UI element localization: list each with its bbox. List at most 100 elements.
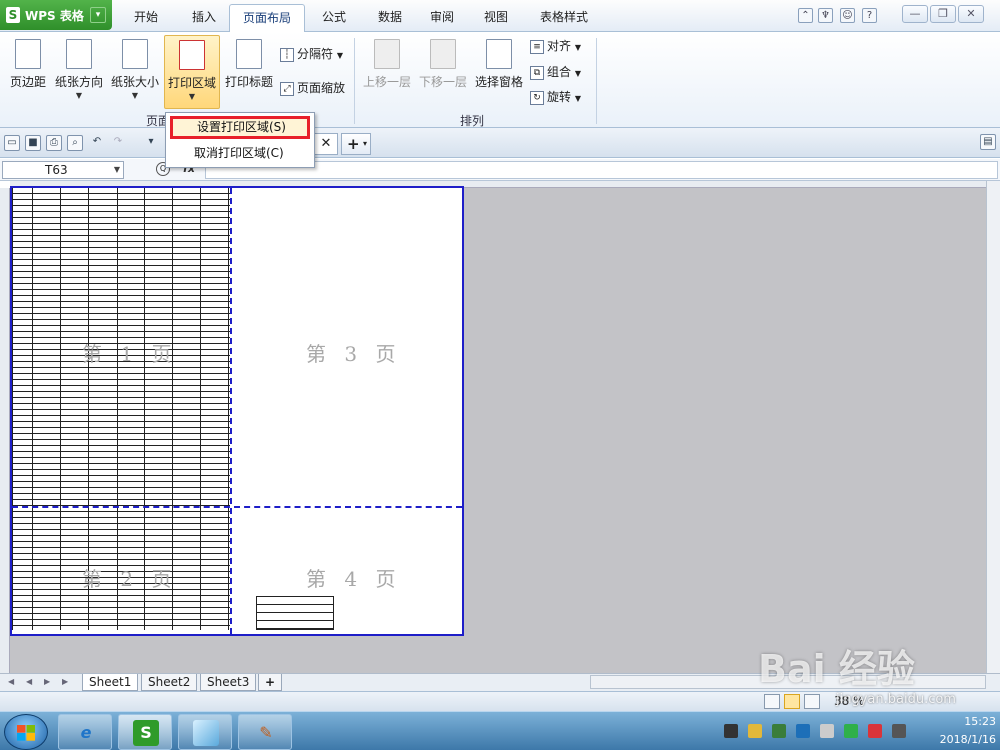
help-icon[interactable]: ? [862, 8, 877, 23]
paper-size-button[interactable]: 纸张大小 ▼ [108, 35, 162, 109]
print-preview-icon[interactable]: ⌕ [67, 135, 83, 151]
print-area-icon [179, 40, 205, 70]
clock-date[interactable]: 2018/1/16 [920, 733, 996, 746]
tab-review[interactable]: 审阅 [416, 4, 468, 30]
start-button[interactable] [4, 714, 48, 750]
group-separator [354, 38, 355, 124]
minimize-button[interactable]: — [902, 5, 928, 23]
page-layout-view-icon[interactable] [804, 694, 820, 709]
redo-icon[interactable]: ↷ [110, 135, 126, 151]
formula-input[interactable] [205, 161, 998, 179]
app-name: WPS 表格 [25, 8, 84, 23]
grid-column-line [32, 188, 33, 630]
orientation-button[interactable]: 纸张方向 ▼ [53, 35, 105, 109]
tray-folder-icon[interactable] [748, 724, 762, 738]
tray-network-icon[interactable] [796, 724, 810, 738]
align-button[interactable]: ≡ 对齐 ▼ [530, 36, 581, 56]
baidu-watermark: Bai 经验 [758, 647, 915, 691]
skin-icon[interactable]: ♆ [818, 8, 833, 23]
rotate-button[interactable]: ↻ 旋转 ▼ [530, 87, 581, 107]
row-header[interactable] [0, 188, 10, 673]
tray-volume-icon[interactable] [820, 724, 834, 738]
taskbar-wps[interactable]: S [118, 714, 172, 750]
sheet-tab-1[interactable]: Sheet1 [82, 674, 139, 691]
taskbar-paint[interactable]: ✎ [238, 714, 292, 750]
chevron-down-icon: ▼ [574, 69, 581, 78]
clock-time[interactable]: 15:23 [920, 715, 996, 728]
tab-home[interactable]: 开始 [118, 4, 174, 30]
group-objects-button[interactable]: ⧉ 组合 ▼ [530, 62, 581, 82]
tray-display-icon[interactable] [892, 724, 906, 738]
selection-pane-icon [486, 39, 512, 69]
last-sheet-icon[interactable]: ▶ [62, 677, 68, 686]
grid-column-line [12, 188, 13, 630]
menu-item-set-print-area[interactable]: 设置打印区域(S) [170, 116, 310, 139]
undo-icon[interactable]: ↶ [89, 135, 105, 151]
close-document-icon[interactable]: ✕ [314, 133, 338, 155]
print-icon[interactable]: ⎙ [46, 135, 62, 151]
sheet-tab-2[interactable]: Sheet2 [141, 674, 198, 691]
tab-data[interactable]: 数据 [362, 4, 418, 30]
chevron-down-icon: ▼ [75, 91, 83, 100]
horizontal-page-break[interactable] [12, 506, 462, 508]
tab-view[interactable]: 视图 [468, 4, 524, 30]
sheet-tab-3[interactable]: Sheet3 [200, 674, 257, 691]
group-label-arrange: 排列 [460, 114, 485, 128]
tray-security-icon[interactable] [844, 724, 858, 738]
prev-sheet-icon[interactable]: ◀ [26, 677, 32, 686]
page-break-preview[interactable]: 第 1 页 第 2 页 第 3 页 第 4 页 [10, 186, 464, 636]
margins-icon [15, 39, 41, 69]
bring-forward-icon [374, 39, 400, 69]
group-separator [596, 38, 597, 124]
send-backward-button[interactable]: 下移一层 [416, 35, 470, 109]
tab-formulas[interactable]: 公式 [306, 4, 362, 30]
vertical-scrollbar[interactable] [986, 181, 1000, 673]
chevron-down-icon: ▼ [113, 165, 120, 174]
tab-insert[interactable]: 插入 [176, 4, 232, 30]
tab-table-style[interactable]: 表格样式 [528, 4, 600, 30]
vertical-page-break[interactable] [230, 188, 232, 634]
page-label-1: 第 1 页 [82, 342, 178, 366]
collapse-ribbon-icon[interactable]: ⌃ [798, 8, 813, 23]
margins-button[interactable]: 页边距 [5, 35, 51, 109]
app-menu-dropdown-icon[interactable]: ▾ [90, 7, 106, 23]
print-titles-icon [236, 39, 262, 69]
page-label-3: 第 3 页 [306, 342, 402, 366]
chevron-down-icon: ▼ [336, 51, 343, 60]
restore-button[interactable]: ❐ [930, 5, 956, 23]
new-document-button[interactable]: + ▾ [341, 133, 371, 155]
community-icon[interactable]: ☺ [840, 8, 855, 23]
tray-keyboard-icon[interactable] [724, 724, 738, 738]
taskbar-ie[interactable]: e [58, 714, 112, 750]
add-sheet-icon[interactable]: + [258, 674, 283, 691]
customize-toolbar-icon[interactable]: ▾ [143, 135, 159, 151]
chevron-down-icon: ▼ [131, 91, 139, 100]
print-area-button[interactable]: 打印区域 ▼ [164, 35, 220, 109]
first-sheet-icon[interactable]: ◀ [8, 677, 14, 686]
page-break-view-icon[interactable] [784, 694, 800, 709]
tray-shield-icon[interactable] [772, 724, 786, 738]
menu-item-clear-print-area[interactable]: 取消打印区域(C) [170, 142, 310, 164]
next-sheet-icon[interactable]: ▶ [44, 677, 50, 686]
separator-button[interactable]: ┆ 分隔符 ▼ [280, 44, 343, 64]
wps-spreadsheet-icon: S [133, 720, 159, 746]
selected-cell-block[interactable] [256, 596, 334, 630]
print-titles-button[interactable]: 打印标题 [222, 35, 276, 109]
taskbar-app-3[interactable] [178, 714, 232, 750]
page-scale-button[interactable]: ⤢ 页面缩放 [280, 78, 345, 98]
selection-pane-button[interactable]: 选择窗格 [472, 35, 526, 109]
page-scale-icon: ⤢ [280, 81, 294, 96]
bring-forward-button[interactable]: 上移一层 [360, 35, 414, 109]
name-box[interactable]: T63 ▼ [2, 161, 124, 179]
open-icon[interactable]: ▭ [4, 135, 20, 151]
rotate-icon: ↻ [530, 90, 544, 105]
app-menu-button[interactable]: S WPS 表格 ▾ [0, 0, 112, 30]
normal-view-icon[interactable] [764, 694, 780, 709]
window-layout-icon[interactable]: ▤ [980, 134, 996, 150]
print-area-menu: 设置打印区域(S) 取消打印区域(C) [165, 112, 315, 168]
tab-page-layout[interactable]: 页面布局 [229, 4, 305, 32]
tray-alert-icon[interactable] [868, 724, 882, 738]
quick-access-toolbar: ▭ ■ ⎙ ⌕ ↶ ↷ ▾ [0, 128, 1000, 158]
close-window-button[interactable]: ✕ [958, 5, 984, 23]
save-icon[interactable]: ■ [25, 135, 41, 151]
